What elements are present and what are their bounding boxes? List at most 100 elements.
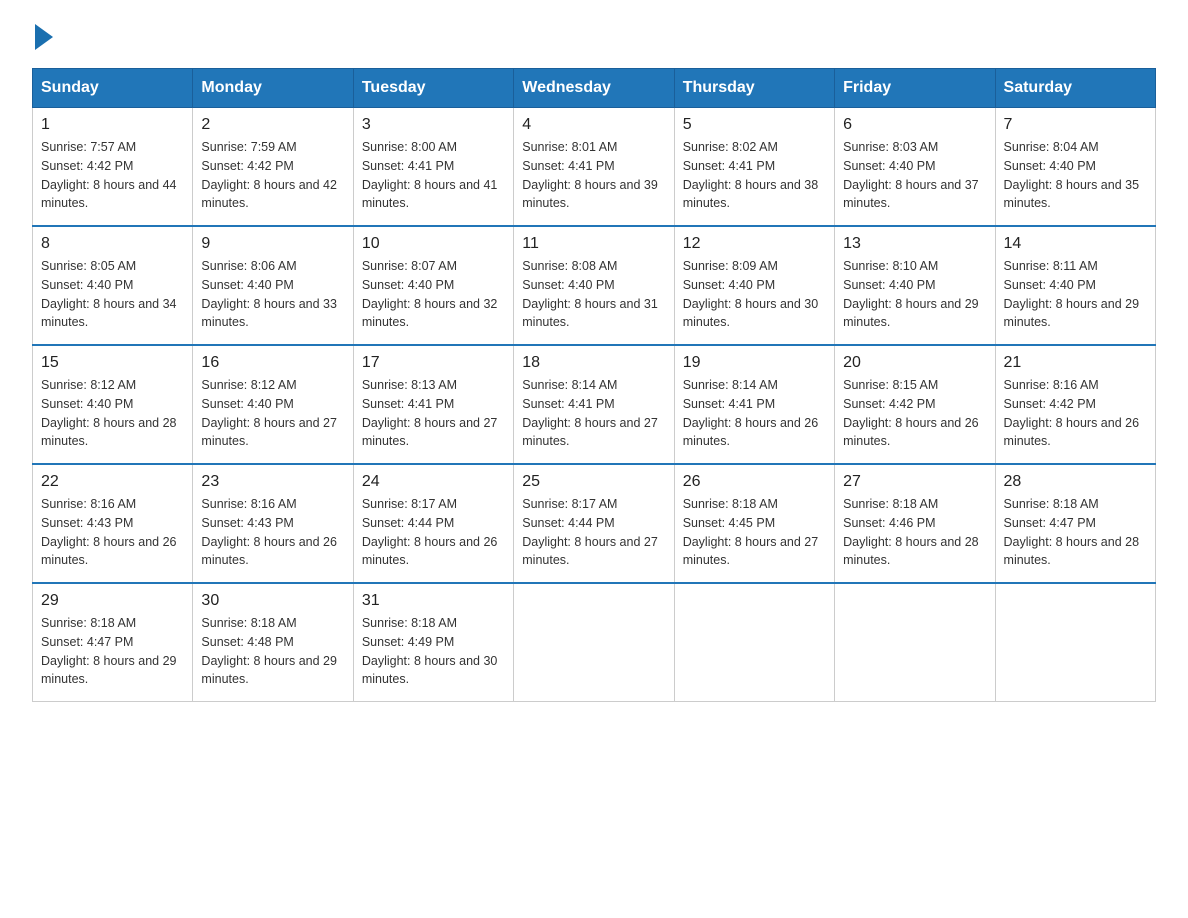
- calendar-cell: 28 Sunrise: 8:18 AMSunset: 4:47 PMDaylig…: [995, 464, 1155, 583]
- day-info: Sunrise: 8:14 AMSunset: 4:41 PMDaylight:…: [522, 378, 658, 448]
- col-header-saturday: Saturday: [995, 69, 1155, 108]
- day-number: 19: [683, 354, 826, 372]
- calendar-cell: 26 Sunrise: 8:18 AMSunset: 4:45 PMDaylig…: [674, 464, 834, 583]
- day-number: 1: [41, 116, 184, 134]
- day-info: Sunrise: 8:12 AMSunset: 4:40 PMDaylight:…: [41, 378, 177, 448]
- day-info: Sunrise: 8:18 AMSunset: 4:45 PMDaylight:…: [683, 497, 819, 567]
- day-number: 12: [683, 235, 826, 253]
- col-header-wednesday: Wednesday: [514, 69, 674, 108]
- day-number: 7: [1004, 116, 1147, 134]
- calendar-cell: 2 Sunrise: 7:59 AMSunset: 4:42 PMDayligh…: [193, 108, 353, 227]
- day-info: Sunrise: 8:16 AMSunset: 4:43 PMDaylight:…: [41, 497, 177, 567]
- day-number: 15: [41, 354, 184, 372]
- day-info: Sunrise: 8:18 AMSunset: 4:47 PMDaylight:…: [41, 616, 177, 686]
- calendar-cell: 10 Sunrise: 8:07 AMSunset: 4:40 PMDaylig…: [353, 226, 513, 345]
- calendar-cell: 30 Sunrise: 8:18 AMSunset: 4:48 PMDaylig…: [193, 583, 353, 702]
- day-number: 23: [201, 473, 344, 491]
- calendar-week-row: 29 Sunrise: 8:18 AMSunset: 4:47 PMDaylig…: [33, 583, 1156, 702]
- col-header-thursday: Thursday: [674, 69, 834, 108]
- day-number: 16: [201, 354, 344, 372]
- calendar-cell: 23 Sunrise: 8:16 AMSunset: 4:43 PMDaylig…: [193, 464, 353, 583]
- calendar-cell: 5 Sunrise: 8:02 AMSunset: 4:41 PMDayligh…: [674, 108, 834, 227]
- calendar-week-row: 15 Sunrise: 8:12 AMSunset: 4:40 PMDaylig…: [33, 345, 1156, 464]
- day-number: 8: [41, 235, 184, 253]
- calendar-cell: [514, 583, 674, 702]
- calendar-cell: 8 Sunrise: 8:05 AMSunset: 4:40 PMDayligh…: [33, 226, 193, 345]
- day-number: 17: [362, 354, 505, 372]
- day-info: Sunrise: 8:18 AMSunset: 4:46 PMDaylight:…: [843, 497, 979, 567]
- day-number: 10: [362, 235, 505, 253]
- calendar-week-row: 1 Sunrise: 7:57 AMSunset: 4:42 PMDayligh…: [33, 108, 1156, 227]
- calendar-cell: 18 Sunrise: 8:14 AMSunset: 4:41 PMDaylig…: [514, 345, 674, 464]
- col-header-sunday: Sunday: [33, 69, 193, 108]
- calendar-cell: 25 Sunrise: 8:17 AMSunset: 4:44 PMDaylig…: [514, 464, 674, 583]
- calendar-cell: 31 Sunrise: 8:18 AMSunset: 4:49 PMDaylig…: [353, 583, 513, 702]
- calendar-cell: 21 Sunrise: 8:16 AMSunset: 4:42 PMDaylig…: [995, 345, 1155, 464]
- day-number: 30: [201, 592, 344, 610]
- col-header-monday: Monday: [193, 69, 353, 108]
- day-number: 22: [41, 473, 184, 491]
- calendar-cell: 20 Sunrise: 8:15 AMSunset: 4:42 PMDaylig…: [835, 345, 995, 464]
- calendar-cell: 14 Sunrise: 8:11 AMSunset: 4:40 PMDaylig…: [995, 226, 1155, 345]
- day-info: Sunrise: 8:11 AMSunset: 4:40 PMDaylight:…: [1004, 259, 1140, 329]
- calendar-cell: 15 Sunrise: 8:12 AMSunset: 4:40 PMDaylig…: [33, 345, 193, 464]
- calendar-cell: [995, 583, 1155, 702]
- day-number: 25: [522, 473, 665, 491]
- day-number: 27: [843, 473, 986, 491]
- day-info: Sunrise: 8:04 AMSunset: 4:40 PMDaylight:…: [1004, 140, 1140, 210]
- day-info: Sunrise: 8:17 AMSunset: 4:44 PMDaylight:…: [522, 497, 658, 567]
- day-info: Sunrise: 8:12 AMSunset: 4:40 PMDaylight:…: [201, 378, 337, 448]
- calendar-cell: 7 Sunrise: 8:04 AMSunset: 4:40 PMDayligh…: [995, 108, 1155, 227]
- calendar-cell: 12 Sunrise: 8:09 AMSunset: 4:40 PMDaylig…: [674, 226, 834, 345]
- day-number: 2: [201, 116, 344, 134]
- day-info: Sunrise: 8:10 AMSunset: 4:40 PMDaylight:…: [843, 259, 979, 329]
- day-number: 4: [522, 116, 665, 134]
- day-info: Sunrise: 7:59 AMSunset: 4:42 PMDaylight:…: [201, 140, 337, 210]
- calendar-cell: 4 Sunrise: 8:01 AMSunset: 4:41 PMDayligh…: [514, 108, 674, 227]
- day-number: 3: [362, 116, 505, 134]
- day-number: 28: [1004, 473, 1147, 491]
- day-number: 18: [522, 354, 665, 372]
- calendar-cell: 27 Sunrise: 8:18 AMSunset: 4:46 PMDaylig…: [835, 464, 995, 583]
- day-info: Sunrise: 8:03 AMSunset: 4:40 PMDaylight:…: [843, 140, 979, 210]
- day-info: Sunrise: 8:01 AMSunset: 4:41 PMDaylight:…: [522, 140, 658, 210]
- day-number: 21: [1004, 354, 1147, 372]
- page-header: [32, 24, 1156, 52]
- col-header-tuesday: Tuesday: [353, 69, 513, 108]
- calendar-cell: 6 Sunrise: 8:03 AMSunset: 4:40 PMDayligh…: [835, 108, 995, 227]
- calendar-week-row: 22 Sunrise: 8:16 AMSunset: 4:43 PMDaylig…: [33, 464, 1156, 583]
- day-number: 31: [362, 592, 505, 610]
- logo-triangle-icon: [35, 24, 53, 50]
- day-number: 24: [362, 473, 505, 491]
- calendar-cell: 9 Sunrise: 8:06 AMSunset: 4:40 PMDayligh…: [193, 226, 353, 345]
- day-number: 9: [201, 235, 344, 253]
- calendar-cell: 29 Sunrise: 8:18 AMSunset: 4:47 PMDaylig…: [33, 583, 193, 702]
- calendar-cell: 11 Sunrise: 8:08 AMSunset: 4:40 PMDaylig…: [514, 226, 674, 345]
- day-info: Sunrise: 8:02 AMSunset: 4:41 PMDaylight:…: [683, 140, 819, 210]
- day-info: Sunrise: 8:18 AMSunset: 4:48 PMDaylight:…: [201, 616, 337, 686]
- day-info: Sunrise: 8:14 AMSunset: 4:41 PMDaylight:…: [683, 378, 819, 448]
- day-info: Sunrise: 8:00 AMSunset: 4:41 PMDaylight:…: [362, 140, 498, 210]
- day-info: Sunrise: 8:18 AMSunset: 4:49 PMDaylight:…: [362, 616, 498, 686]
- day-number: 5: [683, 116, 826, 134]
- calendar-cell: 16 Sunrise: 8:12 AMSunset: 4:40 PMDaylig…: [193, 345, 353, 464]
- logo: [32, 24, 53, 52]
- day-info: Sunrise: 8:08 AMSunset: 4:40 PMDaylight:…: [522, 259, 658, 329]
- calendar-table: SundayMondayTuesdayWednesdayThursdayFrid…: [32, 68, 1156, 702]
- calendar-cell: [835, 583, 995, 702]
- day-number: 6: [843, 116, 986, 134]
- day-info: Sunrise: 8:06 AMSunset: 4:40 PMDaylight:…: [201, 259, 337, 329]
- day-info: Sunrise: 8:05 AMSunset: 4:40 PMDaylight:…: [41, 259, 177, 329]
- calendar-cell: 3 Sunrise: 8:00 AMSunset: 4:41 PMDayligh…: [353, 108, 513, 227]
- calendar-cell: 24 Sunrise: 8:17 AMSunset: 4:44 PMDaylig…: [353, 464, 513, 583]
- calendar-header-row: SundayMondayTuesdayWednesdayThursdayFrid…: [33, 69, 1156, 108]
- day-info: Sunrise: 8:09 AMSunset: 4:40 PMDaylight:…: [683, 259, 819, 329]
- day-number: 13: [843, 235, 986, 253]
- day-info: Sunrise: 8:07 AMSunset: 4:40 PMDaylight:…: [362, 259, 498, 329]
- day-number: 14: [1004, 235, 1147, 253]
- day-info: Sunrise: 8:17 AMSunset: 4:44 PMDaylight:…: [362, 497, 498, 567]
- day-info: Sunrise: 7:57 AMSunset: 4:42 PMDaylight:…: [41, 140, 177, 210]
- day-info: Sunrise: 8:18 AMSunset: 4:47 PMDaylight:…: [1004, 497, 1140, 567]
- calendar-cell: 17 Sunrise: 8:13 AMSunset: 4:41 PMDaylig…: [353, 345, 513, 464]
- day-number: 11: [522, 235, 665, 253]
